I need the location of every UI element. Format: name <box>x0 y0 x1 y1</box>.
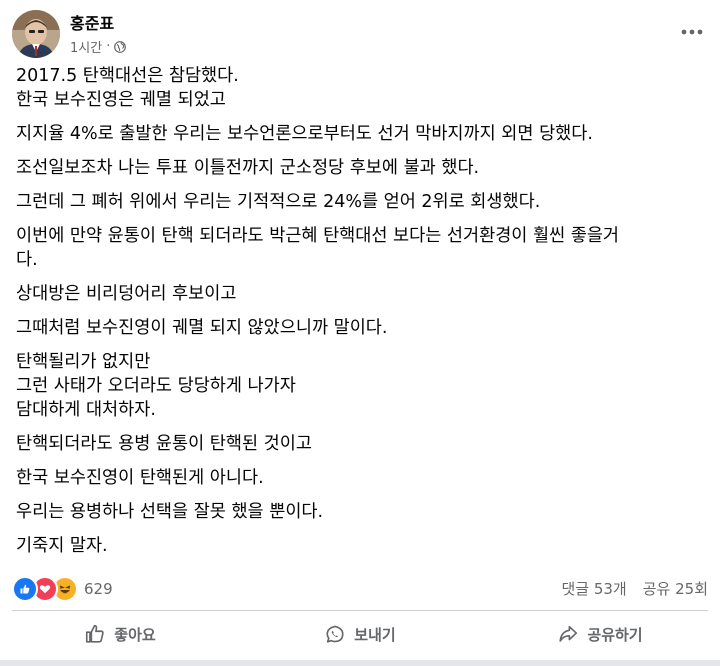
post-text-line: 기죽지 말자. <box>16 536 108 556</box>
post-text-line: 탄핵되더라도 용병 윤통이 탄핵된 것이고 <box>16 434 312 454</box>
reaction-summary[interactable]: 629 <box>12 576 113 602</box>
post-bottom-border <box>0 660 720 666</box>
avatar-portrait-icon <box>12 10 60 58</box>
post-text-line: 상대방은 비리덩어리 후보이고 <box>16 284 237 304</box>
reaction-count: 629 <box>84 580 113 598</box>
share-label: 공유하기 <box>587 625 643 644</box>
post-paragraph: 우리는 용병하나 선택을 잘못 했을 뿐이다. <box>16 500 706 524</box>
share-button[interactable]: 공유하기 <box>480 612 720 656</box>
author-name[interactable]: 홍준표 <box>70 10 114 34</box>
post-stats: 댓글 53개 공유 25회 <box>561 578 708 599</box>
like-icon <box>12 576 38 602</box>
post-text-line: 한국 보수진영이 탄핵된게 아니다. <box>16 468 264 488</box>
share-count[interactable]: 공유 25회 <box>643 578 708 599</box>
avatar[interactable] <box>12 10 60 58</box>
post-text-line: 조선일보조차 나는 투표 이틀전까지 군소정당 후보에 불과 했다. <box>16 158 480 178</box>
thumbs-up-icon <box>86 624 104 643</box>
post-paragraph: 상대방은 비리덩어리 후보이고 <box>16 282 706 306</box>
post-text-line: 한국 보수진영은 궤멸 되었고 <box>16 90 226 110</box>
post-header: 홍준표 1시간 · <box>0 0 720 66</box>
post-text-line: 지지율 4%로 출발한 우리는 보수언론으로부터도 선거 막바지까지 외면 당했… <box>16 124 593 144</box>
post-text-line: 탄핵될리가 없지만 <box>16 352 151 372</box>
post-text-line: 담대하게 대처하자. <box>16 400 156 420</box>
comment-count[interactable]: 댓글 53개 <box>561 578 626 599</box>
action-bar: 좋아요 보내기 공유하기 <box>0 612 720 656</box>
post-paragraph: 2017.5 탄핵대선은 참담했다. 한국 보수진영은 궤멸 되었고 <box>16 64 706 112</box>
post-paragraph: 조선일보조차 나는 투표 이틀전까지 군소정당 후보에 불과 했다. <box>16 156 706 180</box>
divider <box>12 610 708 611</box>
send-label: 보내기 <box>354 625 396 644</box>
post-text-line: 그런데 그 폐허 위에서 우리는 기적적으로 24%를 얻어 2위로 회생했다. <box>16 192 541 212</box>
post-paragraph: 그런데 그 폐허 위에서 우리는 기적적으로 24%를 얻어 2위로 회생했다. <box>16 190 706 214</box>
send-button[interactable]: 보내기 <box>240 612 480 656</box>
more-horizontal-icon <box>681 29 703 35</box>
post-text-line: 2017.5 탄핵대선은 참담했다. <box>16 66 239 86</box>
post-paragraph: 기죽지 말자. <box>16 534 706 558</box>
post-paragraph: 지지율 4%로 출발한 우리는 보수언론으로부터도 선거 막바지까지 외면 당했… <box>16 122 706 146</box>
post-text-line: 그런 사태가 오더라도 당당하게 나가자 <box>16 376 296 396</box>
globe-icon[interactable] <box>114 40 127 53</box>
like-button[interactable]: 좋아요 <box>0 612 240 656</box>
post-paragraph: 그때처럼 보수진영이 궤멸 되지 않았으니까 말이다. <box>16 316 706 340</box>
post-time[interactable]: 1시간 <box>70 37 102 56</box>
meta-separator: · <box>106 39 111 54</box>
messenger-whatsapp-icon <box>326 625 344 643</box>
like-label: 좋아요 <box>114 625 156 644</box>
post-paragraph: 탄핵될리가 없지만그런 사태가 오더라도 당당하게 나가자담대하게 대처하자. <box>16 350 706 422</box>
post-paragraph: 한국 보수진영이 탄핵된게 아니다. <box>16 466 706 490</box>
post-text-line: 그때처럼 보수진영이 궤멸 되지 않았으니까 말이다. <box>16 318 388 338</box>
post-text-line: 이번에 만약 윤통이 탄핵 되더라도 박근혜 탄핵대선 보다는 선거환경이 훨씬… <box>16 226 620 246</box>
post-paragraph: 탄핵되더라도 용병 윤통이 탄핵된 것이고 <box>16 432 706 456</box>
post-text-line: 다. <box>16 250 38 270</box>
more-options-button[interactable] <box>678 18 706 46</box>
post-paragraph: 이번에 만약 윤통이 탄핵 되더라도 박근혜 탄핵대선 보다는 선거환경이 훨씬… <box>16 224 706 272</box>
post-meta: 1시간 · <box>70 37 127 56</box>
post-body: 2017.5 탄핵대선은 참담했다. 한국 보수진영은 궤멸 되었고지지율 4%로… <box>16 64 706 568</box>
share-arrow-icon <box>559 625 578 642</box>
post-text-line: 우리는 용병하나 선택을 잘못 했을 뿐이다. <box>16 502 324 522</box>
